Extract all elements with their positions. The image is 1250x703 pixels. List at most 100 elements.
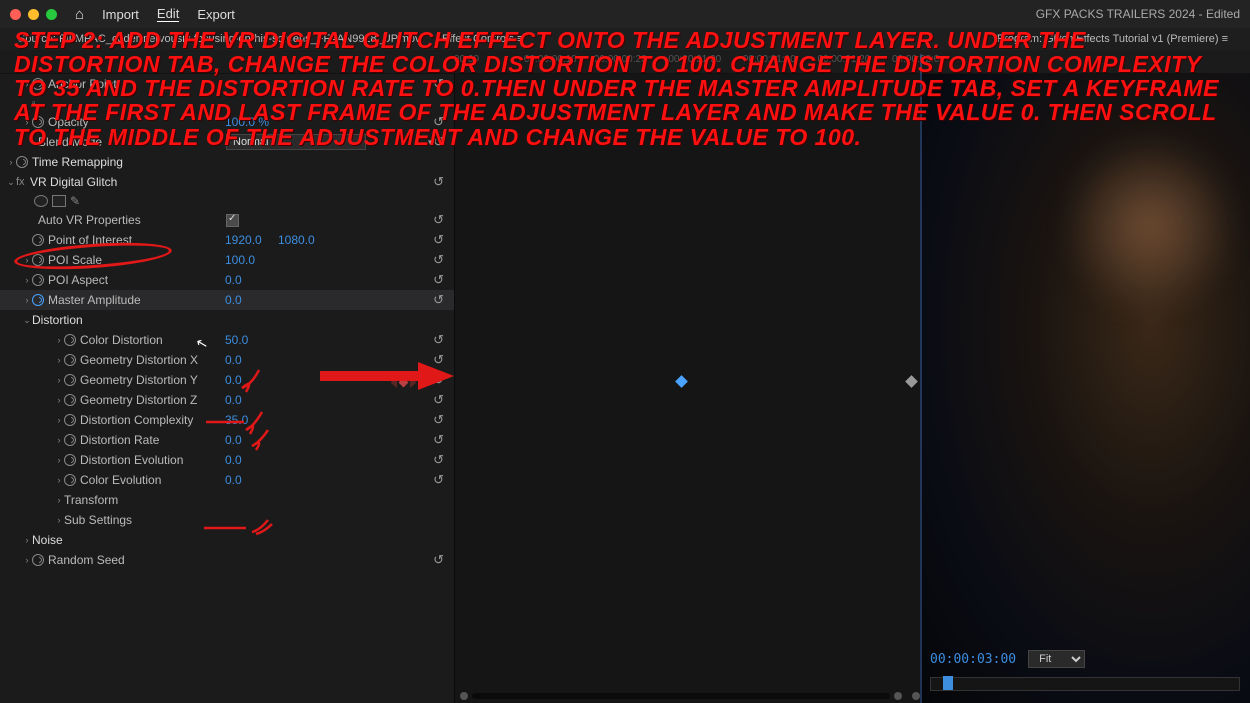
reset-icon[interactable]: ↺ xyxy=(433,372,444,388)
sub-settings-row: › Sub Settings xyxy=(0,510,454,530)
reset-icon[interactable]: ↺ xyxy=(433,392,444,408)
twirl-icon[interactable]: › xyxy=(54,355,64,365)
twirl-icon[interactable]: › xyxy=(22,255,32,265)
twirl-icon[interactable]: › xyxy=(22,555,32,565)
preview-viewport[interactable] xyxy=(920,74,1250,703)
fx-icon[interactable]: fx xyxy=(16,176,30,188)
reset-icon[interactable]: ↺ xyxy=(433,212,444,228)
twirl-icon[interactable]: › xyxy=(54,415,64,425)
distortion-evolution-value[interactable]: 0.0 xyxy=(225,453,242,467)
stopwatch-icon[interactable] xyxy=(64,374,76,386)
reset-icon[interactable]: ↺ xyxy=(433,432,444,448)
stopwatch-icon[interactable] xyxy=(32,294,44,306)
poi-aspect-value[interactable]: 0.0 xyxy=(225,273,242,287)
time-remapping-label: Time Remapping xyxy=(32,155,123,169)
twirl-icon[interactable]: › xyxy=(54,475,64,485)
reset-icon[interactable]: ↺ xyxy=(433,412,444,428)
twirl-icon[interactable]: ⌄ xyxy=(6,177,16,188)
auto-vr-checkbox[interactable] xyxy=(226,214,239,227)
scroll-end-dot[interactable] xyxy=(912,692,920,700)
color-evolution-value[interactable]: 0.0 xyxy=(225,473,242,487)
prev-keyframe-icon[interactable] xyxy=(389,377,397,388)
twirl-icon[interactable]: › xyxy=(22,535,32,545)
timecode-display[interactable]: 00:00:03:00 xyxy=(930,652,1016,667)
preview-playhead[interactable] xyxy=(943,676,953,690)
reset-icon[interactable]: ↺ xyxy=(433,472,444,488)
twirl-icon[interactable]: › xyxy=(22,275,32,285)
maximize-window-button[interactable] xyxy=(46,9,57,20)
distortion-complexity-value[interactable]: 35.0 xyxy=(225,413,248,427)
master-amplitude-keyframe-lane[interactable] xyxy=(455,372,920,392)
geo-dist-x-value[interactable]: 0.0 xyxy=(225,353,242,367)
stopwatch-icon[interactable] xyxy=(32,234,44,246)
menu-edit[interactable]: Edit xyxy=(157,6,179,22)
color-distortion-label: Color Distortion xyxy=(80,333,163,347)
keyframe-marker[interactable] xyxy=(675,375,688,388)
minimize-window-button[interactable] xyxy=(28,9,39,20)
twirl-icon[interactable]: › xyxy=(54,395,64,405)
geo-dist-y-value[interactable]: 0.0 xyxy=(225,373,242,387)
keyframe-timeline-area[interactable] xyxy=(454,74,920,703)
color-distortion-row: › Color Distortion 50.0 ↺ xyxy=(0,330,454,350)
stopwatch-icon[interactable] xyxy=(64,334,76,346)
add-keyframe-icon[interactable] xyxy=(399,378,409,388)
poi-x-value[interactable]: 1920.0 xyxy=(225,233,262,247)
vr-digital-glitch-row: ⌄ fx VR Digital Glitch ↺ xyxy=(0,172,454,192)
reset-icon[interactable]: ↺ xyxy=(433,232,444,248)
ellipse-mask-button[interactable] xyxy=(34,195,48,207)
keyframe-marker[interactable] xyxy=(905,375,918,388)
twirl-icon[interactable]: ⌄ xyxy=(22,315,32,326)
menu-import[interactable]: Import xyxy=(102,7,139,22)
poi-row: Point of Interest 1920.0 1080.0 ↺ xyxy=(0,230,454,250)
preview-scrubber[interactable] xyxy=(930,677,1240,691)
playhead-line[interactable] xyxy=(920,54,922,703)
geo-dist-z-value[interactable]: 0.0 xyxy=(225,393,242,407)
reset-icon[interactable]: ↺ xyxy=(433,174,444,190)
scroll-handle-left[interactable] xyxy=(460,692,468,700)
next-keyframe-icon[interactable] xyxy=(410,377,418,388)
twirl-icon[interactable]: › xyxy=(54,515,64,525)
scroll-track[interactable] xyxy=(472,693,890,699)
stopwatch-icon[interactable] xyxy=(16,156,28,168)
stopwatch-icon[interactable] xyxy=(64,454,76,466)
rect-mask-button[interactable] xyxy=(52,195,66,207)
poi-scale-value[interactable]: 100.0 xyxy=(225,253,255,267)
stopwatch-icon[interactable] xyxy=(64,434,76,446)
twirl-icon[interactable]: › xyxy=(54,435,64,445)
master-amplitude-value[interactable]: 0.0 xyxy=(225,293,242,307)
reset-icon[interactable]: ↺ xyxy=(433,272,444,288)
keyframe-nav-cluster[interactable] xyxy=(389,377,418,388)
twirl-icon[interactable]: › xyxy=(54,495,64,505)
zoom-fit-select[interactable]: Fit xyxy=(1028,650,1085,668)
color-distortion-value[interactable]: 50.0 xyxy=(225,333,248,347)
reset-icon[interactable]: ↺ xyxy=(433,252,444,268)
stopwatch-icon[interactable] xyxy=(64,394,76,406)
menu-export[interactable]: Export xyxy=(197,7,235,22)
twirl-icon[interactable]: › xyxy=(6,157,16,167)
stopwatch-icon[interactable] xyxy=(64,414,76,426)
distortion-rate-value[interactable]: 0.0 xyxy=(225,433,242,447)
twirl-icon[interactable]: › xyxy=(54,335,64,345)
stopwatch-icon[interactable] xyxy=(32,554,44,566)
home-icon[interactable]: ⌂ xyxy=(75,6,84,23)
reset-icon[interactable]: ↺ xyxy=(433,332,444,348)
stopwatch-icon[interactable] xyxy=(32,254,44,266)
scroll-handle-right[interactable] xyxy=(894,692,902,700)
poi-y-value[interactable]: 1080.0 xyxy=(278,233,315,247)
random-seed-row: › Random Seed ↺ xyxy=(0,550,454,570)
twirl-icon[interactable]: › xyxy=(54,375,64,385)
pen-mask-button[interactable]: ✎ xyxy=(70,194,80,208)
stopwatch-icon[interactable] xyxy=(64,354,76,366)
twirl-icon[interactable]: › xyxy=(54,455,64,465)
geo-dist-x-label: Geometry Distortion X xyxy=(80,353,198,367)
twirl-icon[interactable]: › xyxy=(22,295,32,305)
window-controls xyxy=(10,9,57,20)
reset-icon[interactable]: ↺ xyxy=(433,352,444,368)
stopwatch-icon[interactable] xyxy=(32,274,44,286)
reset-icon[interactable]: ↺ xyxy=(433,292,444,308)
reset-icon[interactable]: ↺ xyxy=(433,552,444,568)
close-window-button[interactable] xyxy=(10,9,21,20)
timeline-horizontal-scroll[interactable] xyxy=(460,691,920,701)
reset-icon[interactable]: ↺ xyxy=(433,452,444,468)
stopwatch-icon[interactable] xyxy=(64,474,76,486)
